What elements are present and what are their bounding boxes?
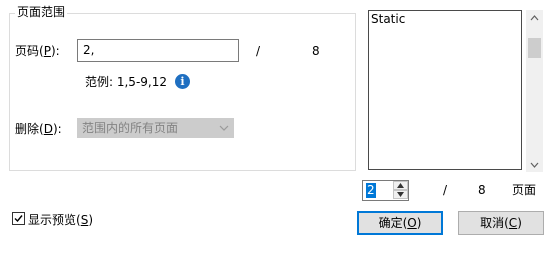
preview-scrollbar[interactable] <box>526 10 543 172</box>
subset-combobox: 范围内的所有页面 <box>77 118 234 138</box>
subset-combobox-value: 范围内的所有页面 <box>82 121 179 135</box>
subset-label: 删除(D): <box>15 122 62 136</box>
cancel-button[interactable]: 取消(C) <box>458 211 544 235</box>
pages-label: 页码(P): <box>15 44 60 58</box>
page-range-group-title: 页面范围 <box>15 5 68 19</box>
info-icon[interactable]: i <box>175 74 190 89</box>
show-preview-label[interactable]: 显示预览(S) <box>28 212 93 228</box>
scroll-thumb[interactable] <box>528 38 541 58</box>
navigator-unit-label: 页面 <box>512 183 537 197</box>
page-spinner[interactable]: 2 <box>362 180 409 201</box>
preview-pane: Static <box>368 10 522 170</box>
example-text: 范例: 1,5-9,12 <box>85 75 167 89</box>
caret-down-icon <box>397 192 404 197</box>
scroll-up-icon[interactable] <box>529 13 540 23</box>
pages-total: 8 <box>312 44 320 58</box>
caret-up-icon <box>397 183 404 188</box>
scroll-down-icon[interactable] <box>529 160 540 170</box>
navigator-slash: / <box>443 183 448 197</box>
show-preview-checkbox[interactable] <box>12 212 25 225</box>
chevron-down-icon <box>219 125 229 131</box>
spin-down-button[interactable] <box>393 190 408 199</box>
page-range-group <box>9 13 356 171</box>
ok-button[interactable]: 确定(O) <box>357 211 443 235</box>
checkmark-icon <box>14 215 23 223</box>
spin-up-button[interactable] <box>393 181 408 190</box>
page-spinner-value[interactable]: 2 <box>366 183 376 198</box>
preview-text: Static <box>371 12 406 26</box>
pages-input[interactable]: 2, <box>77 39 239 62</box>
pages-slash: / <box>256 44 261 58</box>
navigator-total: 8 <box>478 183 486 197</box>
